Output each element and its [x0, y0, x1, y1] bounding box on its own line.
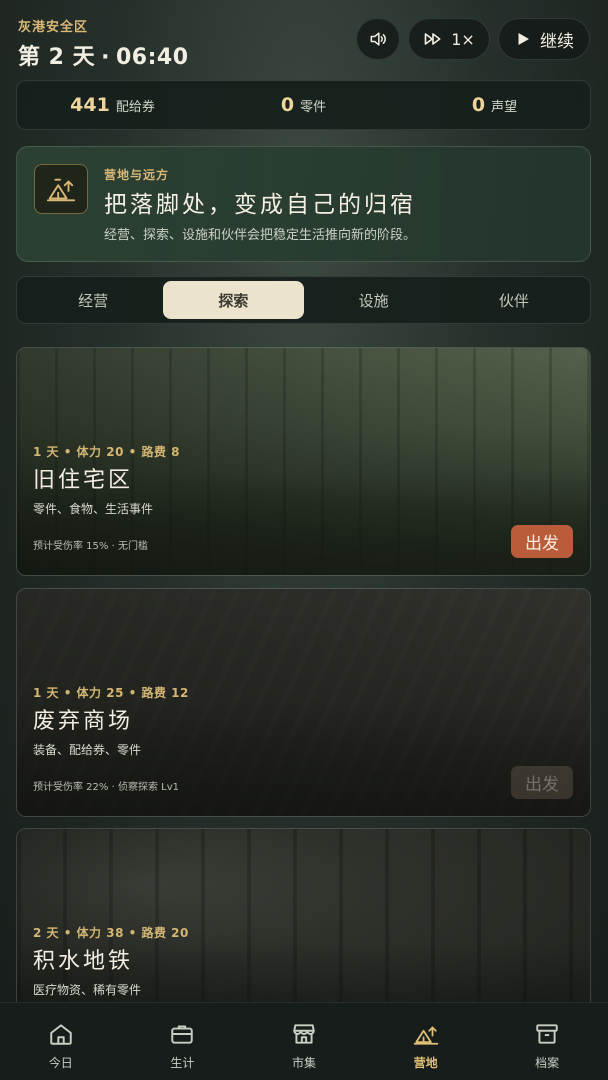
nav-item-market[interactable]: 市集 — [243, 1003, 365, 1080]
destination-meta: 2 天 • 体力 38 • 路费 20 — [33, 926, 189, 940]
destination-card-abandoned-mall[interactable]: 1 天 • 体力 25 • 路费 12 废弃商场 装备、配给券、零件 预计受伤率… — [16, 588, 591, 817]
nav-label: 档案 — [535, 1056, 560, 1070]
depart-button[interactable]: 出发 — [511, 525, 573, 558]
nav-label: 今日 — [48, 1056, 73, 1070]
resource-label: 配给券 — [115, 100, 155, 115]
destination-card-old-residential[interactable]: 1 天 • 体力 20 • 路费 8 旧住宅区 零件、食物、生活事件 预计受伤率… — [16, 347, 591, 576]
resource-bar: 441 配给券 0 零件 0 声望 — [16, 80, 591, 130]
depart-button[interactable]: 出发 — [511, 766, 573, 799]
sound-button[interactable] — [356, 18, 400, 60]
nav-label: 营地 — [413, 1056, 438, 1070]
resource-value: 0 — [471, 94, 486, 116]
destination-name: 积水地铁 — [33, 949, 134, 974]
speed-button[interactable]: 1× — [408, 18, 490, 60]
briefcase-icon — [171, 1025, 194, 1044]
day-time-separator: · — [101, 45, 110, 70]
banner-eyebrow: 营地与远方 — [104, 168, 170, 182]
camp-icon — [34, 164, 88, 214]
resource-ration-coupons: 441 配给券 — [17, 94, 208, 116]
nav-item-livelihood[interactable]: 生计 — [122, 1003, 244, 1080]
resource-label: 零件 — [300, 100, 327, 115]
nav-item-today[interactable]: 今日 — [0, 1003, 122, 1080]
destination-meta: 1 天 • 体力 20 • 路费 8 — [33, 445, 180, 459]
time-controls: 1× 继续 — [356, 18, 590, 60]
camp-screen: 灰港安全区 第 2 天 · 06:40 1× 继续 441 配给券 0 零件 0… — [0, 0, 608, 1080]
status-header: 灰港安全区 第 2 天 · 06:40 1× 继续 — [18, 16, 590, 70]
tab-facilities[interactable]: 设施 — [304, 281, 444, 319]
tab-operations[interactable]: 经营 — [23, 281, 163, 319]
banner-description: 经营、探索、设施和伙伴会把稳定生活推向新的阶段。 — [104, 228, 417, 243]
day-label: 第 2 天 — [18, 45, 96, 70]
destination-loot: 医疗物资、稀有零件 — [33, 983, 142, 997]
tab-companions[interactable]: 伙伴 — [444, 281, 584, 319]
destination-name: 旧住宅区 — [33, 468, 134, 493]
camp-tabs: 经营 探索 设施 伙伴 — [16, 276, 591, 324]
destination-loot: 零件、食物、生活事件 — [33, 502, 154, 516]
nav-label: 市集 — [291, 1056, 316, 1070]
clock-time: 06:40 — [116, 45, 189, 70]
home-icon — [50, 1024, 72, 1045]
resource-reputation: 0 声望 — [399, 94, 590, 116]
archive-icon — [536, 1024, 558, 1044]
resource-value: 441 — [70, 94, 110, 116]
resource-label: 声望 — [491, 100, 518, 115]
bottom-nav: 今日 生计 市集 营地 档案 — [0, 1002, 608, 1080]
camp-icon — [413, 1026, 438, 1045]
resource-value: 0 — [280, 94, 295, 116]
destination-risk: 预计受伤率 15% · 无门槛 — [33, 541, 148, 552]
camp-banner: 营地与远方 把落脚处，变成自己的归宿 经营、探索、设施和伙伴会把稳定生活推向新的… — [16, 146, 591, 262]
fast-forward-icon — [424, 33, 441, 45]
storefront-icon — [293, 1024, 315, 1044]
banner-title: 把落脚处，变成自己的归宿 — [104, 192, 416, 218]
nav-label: 生计 — [170, 1056, 195, 1070]
play-icon — [518, 33, 529, 45]
speaker-icon — [370, 32, 386, 46]
nav-item-archive[interactable]: 档案 — [486, 1003, 608, 1080]
resource-parts: 0 零件 — [208, 94, 399, 116]
nav-item-camp[interactable]: 营地 — [365, 1003, 487, 1080]
destination-loot: 装备、配给券、零件 — [33, 743, 142, 757]
destination-meta: 1 天 • 体力 25 • 路费 12 — [33, 686, 189, 700]
destination-risk: 预计受伤率 22% · 侦察探索 Lv1 — [33, 782, 179, 793]
tab-explore[interactable]: 探索 — [163, 281, 304, 319]
continue-button[interactable]: 继续 — [498, 18, 590, 60]
destination-name: 废弃商场 — [33, 709, 134, 734]
continue-label: 继续 — [540, 31, 574, 52]
speed-label: 1× — [451, 29, 475, 49]
